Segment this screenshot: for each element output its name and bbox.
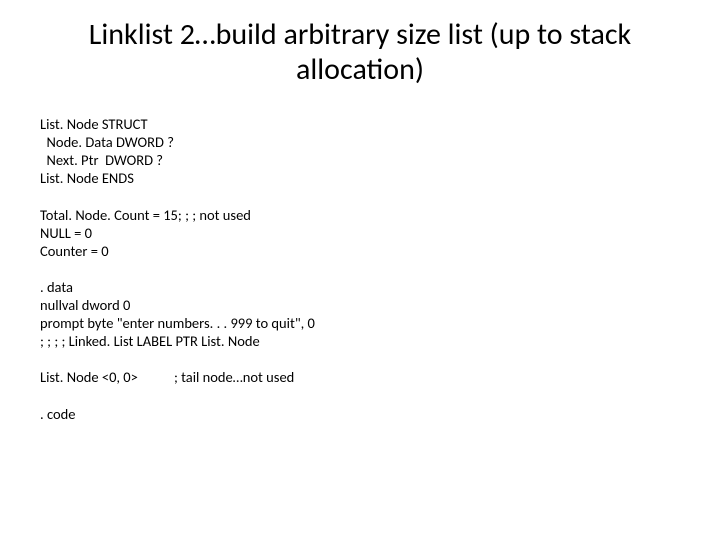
code-tail-block: List. Node <0, 0> ; tail node…not used xyxy=(40,368,680,386)
code-data-block: . data nullval dword 0 prompt byte "ente… xyxy=(40,278,680,351)
slide: Linklist 2…build arbitrary size list (up… xyxy=(0,0,720,540)
code-consts-block: Total. Node. Count = 15; ; ; not used NU… xyxy=(40,206,680,260)
slide-title: Linklist 2…build arbitrary size list (up… xyxy=(40,18,680,87)
code-code-block: . code xyxy=(40,405,680,423)
code-struct-block: List. Node STRUCT Node. Data DWORD ? Nex… xyxy=(40,115,680,188)
